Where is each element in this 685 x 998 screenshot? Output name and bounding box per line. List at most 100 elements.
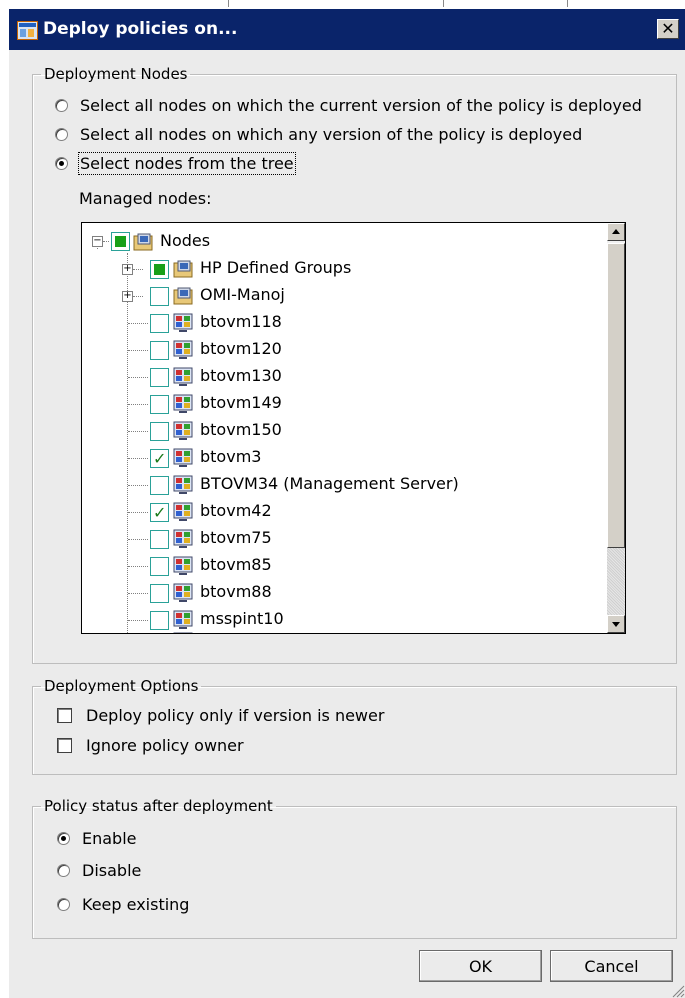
tree-node-label: Nodes <box>160 231 211 250</box>
node-icon <box>173 529 193 548</box>
node-icon <box>173 313 193 332</box>
cancel-button-label: Cancel <box>584 956 639 976</box>
radio-circle[interactable] <box>57 897 70 911</box>
ok-button[interactable]: OK <box>419 950 542 982</box>
tree-line <box>128 404 148 405</box>
column-separator <box>228 0 229 7</box>
radio-circle[interactable] <box>57 831 70 845</box>
tree-checkbox-partial[interactable] <box>150 260 169 279</box>
tree-checkbox[interactable] <box>150 395 169 414</box>
tree-checkbox[interactable] <box>150 557 169 576</box>
scroll-track[interactable] <box>607 548 625 615</box>
tree-vertical-scrollbar[interactable] <box>607 223 625 633</box>
tree-row-btovm34[interactable]: BTOVM34 (Management Server) <box>82 472 602 499</box>
radio-any-version-label: Select all nodes on which any version of… <box>80 124 583 144</box>
tree-node-label: btovm150 <box>200 420 282 439</box>
tree-line <box>128 458 148 459</box>
scroll-thumb[interactable] <box>607 243 625 548</box>
checkbox-box[interactable] <box>57 707 72 723</box>
radio-circle[interactable] <box>55 98 68 112</box>
tree-row-btovm88[interactable]: btovm88 <box>82 580 602 607</box>
tree-row-btovm150[interactable]: btovm150 <box>82 418 602 445</box>
tree-row-msspint8[interactable]: msspint8 <box>82 629 602 634</box>
node-icon <box>173 556 193 575</box>
node-icon <box>173 340 193 359</box>
tree-row-btovm120[interactable]: btovm120 <box>82 337 602 364</box>
tree-node-label: btovm42 <box>200 501 272 520</box>
tree-line <box>103 241 109 242</box>
collapse-icon[interactable]: − <box>92 236 103 247</box>
tree-row-nodes[interactable]: − Nodes <box>82 229 602 256</box>
radio-any-version[interactable]: Select all nodes on which any version of… <box>55 123 582 145</box>
tree-row-btovm42[interactable]: btovm42 <box>82 499 602 526</box>
tree-row-btovm75[interactable]: btovm75 <box>82 526 602 553</box>
tree-row-btovm118[interactable]: btovm118 <box>82 310 602 337</box>
tree-row-omi-manoj[interactable]: + OMI-Manoj <box>82 283 602 310</box>
tree-checkbox[interactable] <box>150 476 169 495</box>
tree-checkbox[interactable] <box>150 287 169 306</box>
expand-icon[interactable]: + <box>122 291 133 302</box>
tree-line <box>128 566 148 567</box>
close-icon: ✕ <box>661 19 675 38</box>
resize-grip-icon[interactable] <box>671 984 685 998</box>
tree-checkbox[interactable] <box>150 633 169 634</box>
radio-enable[interactable]: Enable <box>57 827 137 849</box>
checkbox-box[interactable] <box>57 737 72 753</box>
tree-node-label: msspint10 <box>200 609 284 628</box>
node-icon <box>173 448 193 467</box>
ok-button-label: OK <box>468 956 493 976</box>
tree-node-label: OMI-Manoj <box>200 285 285 304</box>
tree-row-btovm85[interactable]: btovm85 <box>82 553 602 580</box>
managed-nodes-tree[interactable]: − Nodes + HP Defined Groups + OMI-Manoj … <box>81 222 626 634</box>
tree-line <box>128 377 148 378</box>
expand-icon[interactable]: + <box>122 264 133 275</box>
radio-circle[interactable] <box>57 863 70 877</box>
tree-node-label: btovm75 <box>200 528 272 547</box>
radio-keep-existing-label: Keep existing <box>82 894 190 914</box>
radio-select-from-tree[interactable]: Select nodes from the tree <box>55 151 296 175</box>
scroll-up-button[interactable] <box>607 223 625 241</box>
tree-checkbox[interactable] <box>150 341 169 360</box>
deployment-options-group: Deployment Options <box>32 677 677 775</box>
radio-circle[interactable] <box>55 156 68 170</box>
tree-node-label: btovm149 <box>200 393 282 412</box>
column-separator <box>567 0 568 7</box>
tree-checkbox-partial[interactable] <box>111 232 130 251</box>
tree-checkbox[interactable] <box>150 422 169 441</box>
tree-node-label: msspint8 <box>200 631 273 633</box>
deployment-nodes-legend: Deployment Nodes <box>44 65 188 83</box>
tree-checkbox[interactable] <box>150 584 169 603</box>
group-folder-icon <box>173 287 193 305</box>
policy-status-legend: Policy status after deployment <box>44 797 273 815</box>
title-bar[interactable]: Deploy policies on... ✕ <box>9 9 685 50</box>
group-folder-icon <box>133 233 153 251</box>
tree-checkbox-checked[interactable] <box>150 449 169 468</box>
radio-current-version-label: Select all nodes on which the current ve… <box>80 95 642 115</box>
tree-checkbox[interactable] <box>150 611 169 630</box>
tree-row-btovm149[interactable]: btovm149 <box>82 391 602 418</box>
tree-line <box>128 350 148 351</box>
tree-row-btovm3[interactable]: btovm3 <box>82 445 602 472</box>
radio-circle[interactable] <box>55 127 68 141</box>
cancel-button[interactable]: Cancel <box>550 950 673 982</box>
radio-current-version[interactable]: Select all nodes on which the current ve… <box>55 94 642 116</box>
arrow-up-icon <box>612 229 620 234</box>
tree-line <box>133 296 143 297</box>
radio-disable[interactable]: Disable <box>57 859 141 881</box>
scroll-down-button[interactable] <box>607 615 625 633</box>
close-button[interactable]: ✕ <box>657 19 679 39</box>
deploy-if-newer-checkbox[interactable]: Deploy policy only if version is newer <box>57 704 384 726</box>
tree-checkbox[interactable] <box>150 530 169 549</box>
radio-disable-label: Disable <box>82 860 142 880</box>
node-icon <box>173 502 193 521</box>
tree-checkbox[interactable] <box>150 368 169 387</box>
tree-node-label: btovm85 <box>200 555 272 574</box>
tree-checkbox-checked[interactable] <box>150 503 169 522</box>
radio-keep-existing[interactable]: Keep existing <box>57 893 189 915</box>
tree-row-hp-defined-groups[interactable]: + HP Defined Groups <box>82 256 602 283</box>
tree-checkbox[interactable] <box>150 314 169 333</box>
node-icon <box>173 394 193 413</box>
tree-row-btovm130[interactable]: btovm130 <box>82 364 602 391</box>
ignore-owner-checkbox[interactable]: Ignore policy owner <box>57 734 244 756</box>
radio-select-from-tree-label: Select nodes from the tree <box>78 151 296 175</box>
